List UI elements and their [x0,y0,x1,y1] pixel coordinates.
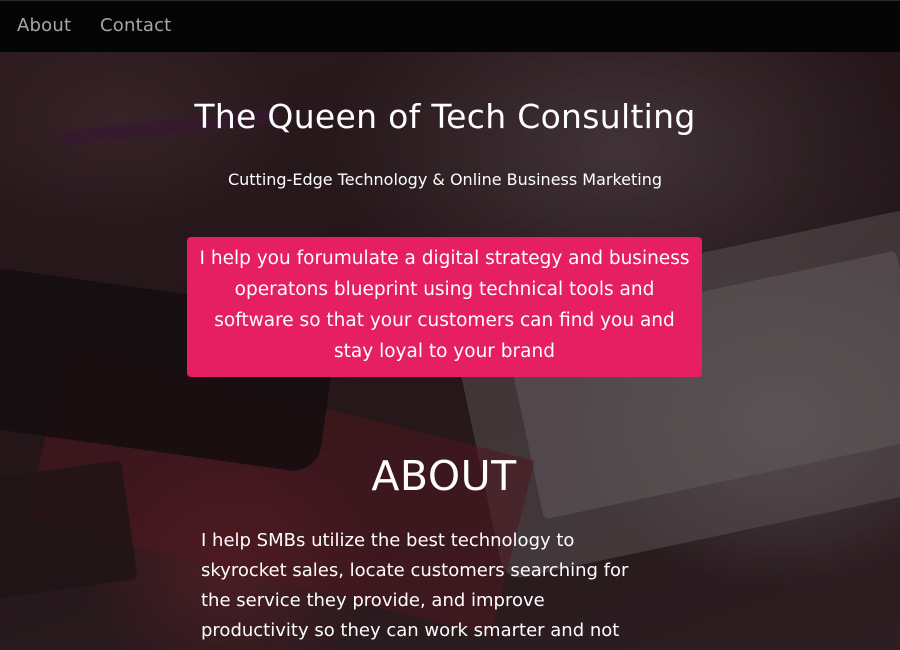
nav-link-contact[interactable]: Contact [100,15,171,36]
top-navbar: About Contact [0,0,900,52]
page: About Contact The Queen of Tech Consulti… [0,0,900,650]
pitch-text: I help you forumulate a digital strategy… [199,248,690,362]
nav-link-about[interactable]: About [17,15,71,36]
pitch-callout: I help you forumulate a digital strategy… [187,237,702,377]
main-content: The Queen of Tech Consulting Cutting-Edg… [0,52,900,650]
hero-subtitle: Cutting-Edge Technology & Online Busines… [227,170,663,189]
about-heading: ABOUT [371,452,517,500]
hero-title: The Queen of Tech Consulting [194,97,696,136]
about-body-text: I help SMBs utilize the best technology … [201,530,629,641]
